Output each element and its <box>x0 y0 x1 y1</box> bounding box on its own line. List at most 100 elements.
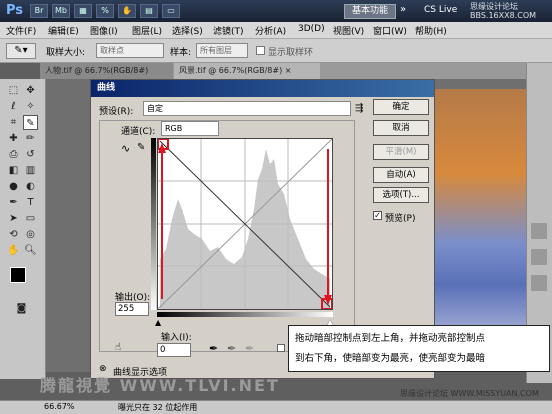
tab-label: 人物.tif @ 66.7%(RGB/8#) <box>45 66 149 75</box>
tab-label: 风景.tif @ 66.7%(RGB/8#) <box>179 66 283 75</box>
menu-window[interactable]: 窗口(W) <box>373 24 407 37</box>
type-tool-icon[interactable]: T <box>23 195 38 210</box>
show-ring-label: 显示取样环 <box>268 48 314 58</box>
hand-icon[interactable]: ✋ <box>118 4 136 18</box>
cslive-button[interactable]: CS Live <box>424 5 457 15</box>
cancel-button[interactable]: 取消 <box>373 120 429 136</box>
output-gradient-bar <box>151 138 156 310</box>
toolbox: ⬚ ✥ ℓ ✧ ⌗ ✎ ✚ ✏ ⎙ ↺ ◧ ▥ ● ◐ ✒ T ➤ ▭ ⟲ ◎ … <box>0 79 46 379</box>
workspace-button[interactable]: 基本功能 <box>344 4 396 19</box>
pencil-draw-icon[interactable]: ✎ <box>137 142 145 153</box>
sample-size-label: 取样大小: <box>46 48 86 58</box>
zoom-readout[interactable]: 66.67% <box>44 402 75 411</box>
menu-layer[interactable]: 图层(L) <box>132 24 162 37</box>
menu-view[interactable]: 视图(V) <box>333 24 364 37</box>
blur-tool-icon[interactable]: ● <box>6 179 21 194</box>
dodge-tool-icon[interactable]: ◐ <box>23 179 38 194</box>
stamp-tool-icon[interactable]: ⎙ <box>6 147 21 162</box>
menu-3d[interactable]: 3D(D) <box>298 24 325 34</box>
3d-rotate-icon[interactable]: ⟲ <box>6 227 21 242</box>
show-ring-checkbox[interactable] <box>256 46 265 55</box>
foreground-color-swatch[interactable] <box>10 267 26 283</box>
curves-graph[interactable] <box>157 138 333 310</box>
document-tabs: 人物.tif @ 66.7%(RGB/8#) 风景.tif @ 66.7%(RG… <box>40 63 552 79</box>
white-eyedropper-icon[interactable]: ✒ <box>245 342 254 355</box>
auto-button[interactable]: 自动(A) <box>373 167 429 183</box>
input-label: 输入(I): <box>161 333 192 343</box>
crop-tool-icon[interactable]: ⌗ <box>6 115 21 130</box>
arrange-documents-icon[interactable]: ▤ <box>140 4 158 18</box>
tab-portrait[interactable]: 人物.tif @ 66.7%(RGB/8#) <box>40 63 173 79</box>
brush-tool-icon[interactable]: ✏ <box>23 131 38 146</box>
eyedropper-tool-icon[interactable]: ✎ <box>23 115 38 130</box>
panel-icon-layers[interactable] <box>531 249 547 265</box>
minibridge-icon[interactable]: Mb <box>52 4 70 18</box>
menu-file[interactable]: 文件(F) <box>6 24 36 37</box>
dialog-title: 曲线 <box>91 80 434 97</box>
extras-icon[interactable]: ▦ <box>74 4 92 18</box>
options-button[interactable]: 选项(T)... <box>373 187 429 203</box>
menu-help[interactable]: 帮助(H) <box>415 24 447 37</box>
eyedropper-preset-icon[interactable]: ✎▾ <box>6 43 36 59</box>
workspace-chevron-icon[interactable]: » <box>400 4 414 18</box>
menu-filter[interactable]: 滤镜(T) <box>213 24 244 37</box>
marquee-tool-icon[interactable]: ⬚ <box>6 83 21 98</box>
preset-label: 预设(R): <box>99 107 134 117</box>
gray-eyedropper-icon[interactable]: ✒ <box>227 342 236 355</box>
top-watermark: 思缘设计论坛 BBS.16XX8.COM <box>470 2 537 20</box>
quick-select-tool-icon[interactable]: ✧ <box>23 99 38 114</box>
smooth-button[interactable]: 平滑(M) <box>373 144 429 160</box>
panel-icon-adjust[interactable] <box>531 223 547 239</box>
history-brush-icon[interactable]: ↺ <box>23 147 38 162</box>
clipping-checkbox[interactable] <box>277 344 285 352</box>
input-gradient-bar <box>157 312 333 317</box>
menu-image[interactable]: 图像(I) <box>90 24 118 37</box>
gradient-tool-icon[interactable]: ▥ <box>23 163 38 178</box>
preset-options-icon[interactable]: ⇶ <box>355 103 363 114</box>
close-icon[interactable]: × <box>285 66 292 75</box>
shape-tool-icon[interactable]: ▭ <box>23 211 38 226</box>
photoshop-logo: Ps <box>6 3 24 18</box>
menu-bar: 文件(F) 编辑(E) 图像(I) 图层(L) 选择(S) 滤镜(T) 分析(A… <box>0 22 552 39</box>
sample-size-select[interactable]: 取样点 <box>96 43 164 58</box>
curve-point-tool-icon[interactable]: ∿ <box>121 142 130 155</box>
black-eyedropper-icon[interactable]: ✒ <box>209 342 218 355</box>
black-slider-icon[interactable]: ▲ <box>155 318 161 327</box>
callout-line-2: 到右下角，使暗部变为最亮，使亮部变为最暗 <box>295 353 486 364</box>
preset-select[interactable]: 自定 <box>143 101 351 116</box>
tab-landscape[interactable]: 风景.tif @ 66.7%(RGB/8#) × <box>174 63 320 79</box>
preview-checkbox[interactable]: ✓ <box>373 211 382 220</box>
path-select-icon[interactable]: ➤ <box>6 211 21 226</box>
eraser-tool-icon[interactable]: ◧ <box>6 163 21 178</box>
sample-label: 样本: <box>170 48 192 58</box>
menu-analysis[interactable]: 分析(A) <box>255 24 286 37</box>
screen-mode-icon[interactable]: ▭ <box>162 4 180 18</box>
menu-select[interactable]: 选择(S) <box>172 24 203 37</box>
input-field[interactable]: 0 <box>157 343 191 357</box>
bottom-left-watermark: 腾龍視覺 WWW.TLVI.NET <box>40 376 280 395</box>
hand-tool-icon[interactable]: ✋ <box>6 243 21 258</box>
output-field[interactable]: 255 <box>115 302 149 316</box>
channel-select[interactable]: RGB <box>161 121 219 136</box>
panel-icon-channels[interactable] <box>531 275 547 291</box>
sample-select[interactable]: 所有图层 <box>196 43 248 58</box>
healing-tool-icon[interactable]: ✚ <box>6 131 21 146</box>
quick-mask-icon[interactable]: ◙ <box>14 301 29 316</box>
status-bar: 66.67% 曝光只在 32 位起作用 <box>0 400 552 414</box>
bridge-icon[interactable]: Br <box>30 4 48 18</box>
app-titlebar: Ps Br Mb ▦ % ✋ ▤ ▭ 基本功能 » CS Live 思缘设计论坛… <box>0 0 552 22</box>
instruction-callout: 拖动暗部控制点到左上角，并拖动亮部控制点 到右下角，使暗部变为最亮，使亮部变为最… <box>288 325 550 372</box>
ok-button[interactable]: 确定 <box>373 99 429 115</box>
zoom-tool-icon[interactable]: 🔍︎ <box>23 243 38 258</box>
target-adjust-icon[interactable]: ☝ <box>115 342 121 353</box>
pen-tool-icon[interactable]: ✒ <box>6 195 21 210</box>
3d-orbit-icon[interactable]: ◎ <box>23 227 38 242</box>
callout-line-1: 拖动暗部控制点到左上角，并拖动亮部控制点 <box>295 333 486 344</box>
menu-edit[interactable]: 编辑(E) <box>48 24 79 37</box>
bottom-right-watermark: 思缘设计论坛 WWW.MISSYUAN.COM <box>400 389 539 398</box>
channel-label: 通道(C): <box>121 127 156 137</box>
preview-label: 预览(P) <box>385 214 416 224</box>
move-tool-icon[interactable]: ✥ <box>23 83 38 98</box>
zoom-level-icon[interactable]: % <box>96 4 114 18</box>
lasso-tool-icon[interactable]: ℓ <box>6 99 21 114</box>
